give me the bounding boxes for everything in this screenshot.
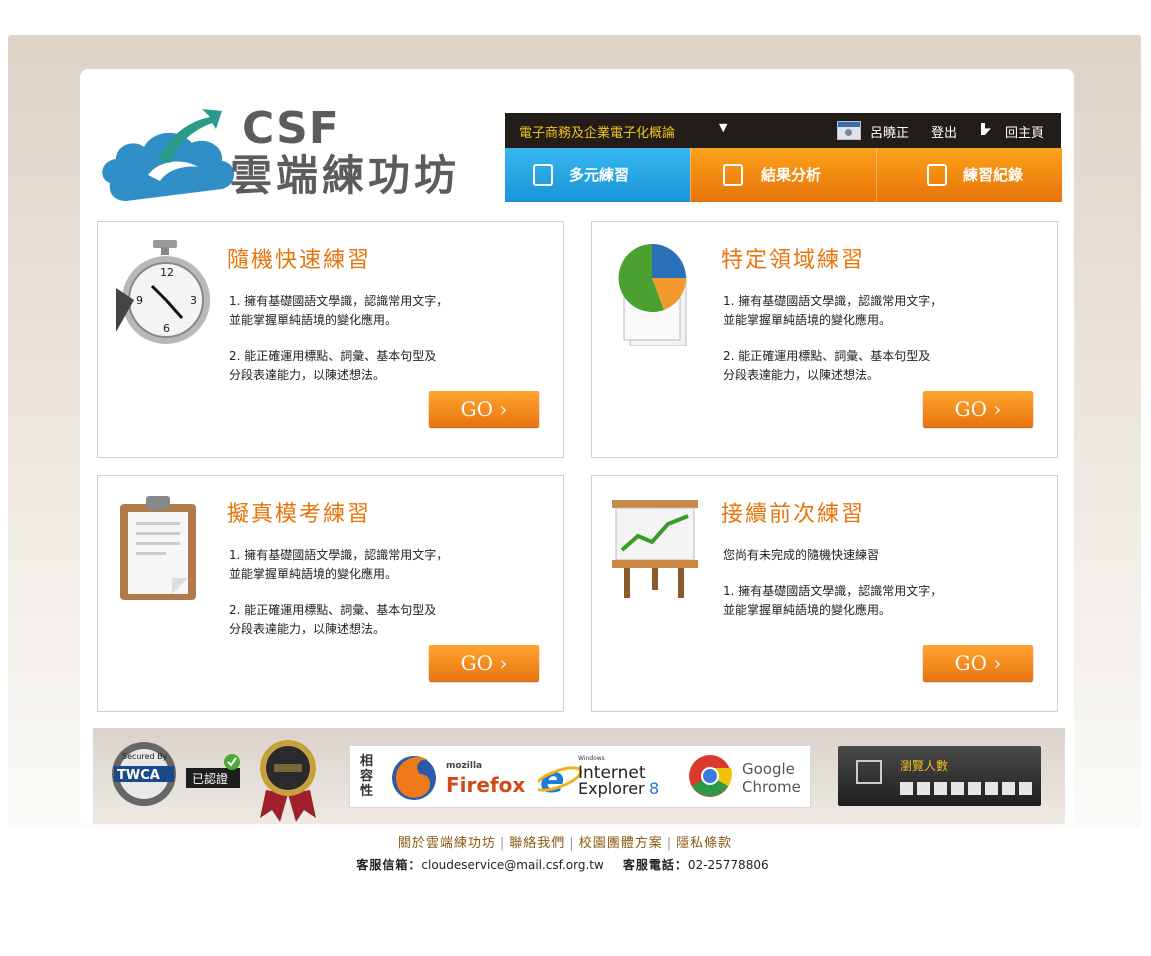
panel-desc-1: 您尚有未完成的隨機快速練習	[723, 548, 880, 562]
svg-text:6: 6	[163, 322, 170, 335]
user-name: 呂曉正	[870, 126, 910, 141]
logout-link[interactable]: 登出	[931, 122, 957, 141]
compat-label: 相容性	[360, 754, 374, 799]
panel-continue-practice: 接續前次練習 您尚有未完成的隨機快速練習 1. 擁有基礎國語文學識，認識常用文字…	[591, 475, 1058, 712]
phone-value: 02-25778806	[687, 858, 769, 872]
chrome-line2: Chrome	[742, 778, 801, 796]
twca-text: TWCA	[117, 768, 160, 783]
compatibility-box: 相容性 mozilla Firefox e Windows Internet E…	[349, 745, 811, 808]
svg-text:3: 3	[190, 294, 197, 307]
home-link[interactable]: 回主頁	[1005, 122, 1044, 141]
nav-result-analysis[interactable]: 結果分析	[690, 148, 877, 202]
ie-small: Windows	[578, 755, 605, 762]
footer-contact: 客服信箱：cloudeservice@mail.csf.org.tw 客服電話：…	[0, 856, 1125, 873]
panel-title: 隨機快速練習	[227, 248, 372, 273]
panel-desc-2: 2. 能正確運用標點、詞彙、基本句型及 分段表達能力，以陳述想法。	[229, 603, 437, 636]
go-button[interactable]: GO ›	[923, 391, 1033, 427]
footer-link-about[interactable]: 關於雲端練功坊	[398, 836, 496, 851]
top-bar: 電子商務及企業電子化概論 ▼ 呂曉正 登出 回主頁	[505, 113, 1061, 148]
logo-brand: CSF	[242, 103, 340, 154]
firefox-text: Firefox	[446, 773, 525, 797]
ie-line2: Explorer	[578, 779, 645, 798]
course-selector[interactable]: 電子商務及企業電子化概論	[519, 122, 675, 141]
nav-label: 練習紀錄	[963, 166, 1024, 184]
twca-top: Secured By	[122, 752, 168, 761]
panel-desc-1: 1. 擁有基礎國語文學識，認識常用文字， 並能掌握單純語境的變化應用。	[229, 294, 449, 327]
calendar-icon	[856, 760, 882, 784]
svg-text:e: e	[540, 760, 564, 801]
nav-label: 多元練習	[569, 166, 630, 184]
firefox-logo-icon: mozilla Firefox	[392, 756, 525, 800]
footer-link-contact[interactable]: 聯絡我們	[509, 836, 565, 851]
panel-title: 擬真模考練習	[227, 502, 372, 527]
panel-desc-2: 2. 能正確運用標點、詞彙、基本句型及 分段表達能力，以陳述想法。	[229, 349, 437, 382]
chevron-down-icon[interactable]: ▼	[719, 121, 727, 134]
email-label: 客服信箱：	[356, 858, 422, 872]
nav-label: 結果分析	[761, 166, 822, 184]
main-nav: 多元練習 結果分析 練習紀錄	[505, 148, 1062, 202]
award-medal-icon	[260, 740, 316, 822]
firefox-small: mozilla	[446, 761, 482, 771]
home-arrow-icon	[981, 123, 991, 135]
calendar-clock-icon	[533, 164, 553, 186]
go-button[interactable]: GO ›	[923, 645, 1033, 681]
panel-random-practice: 12 3 6 9 隨機快速練習 1. 擁有基礎國語文學識，認識常用文字， 並能掌…	[97, 221, 564, 458]
panel-domain-practice: 特定領域練習 1. 擁有基礎國語文學識，認識常用文字， 並能掌握單純語境的變化應…	[591, 221, 1058, 458]
user-card-icon	[837, 121, 861, 140]
twca-seal-icon[interactable]: TWCA Secured By 已認證	[106, 740, 246, 810]
visitor-label: 瀏覽人數	[900, 759, 949, 773]
document-icon	[723, 164, 743, 186]
pencil-note-icon	[927, 164, 947, 186]
panel-desc-1: 1. 擁有基礎國語文學識，認識常用文字， 並能掌握單純語境的變化應用。	[723, 294, 943, 327]
panel-title: 特定領域練習	[721, 248, 866, 273]
nav-practice-record[interactable]: 練習紀錄	[876, 148, 1062, 202]
ie-ver: 8	[649, 779, 659, 798]
panel-desc-2: 2. 能正確運用標點、詞彙、基本句型及 分段表達能力，以陳述想法。	[723, 349, 931, 382]
panel-mock-exam: 擬真模考練習 1. 擁有基礎國語文學識，認識常用文字， 並能掌握單純語境的變化應…	[97, 475, 564, 712]
cloud-logo-icon	[102, 109, 235, 201]
footer-links: 關於雲端練功坊 | 聯絡我們 | 校園團體方案 | 隱私條款	[397, 836, 733, 851]
svg-text:9: 9	[136, 294, 143, 307]
visitor-counter: 瀏覽人數	[838, 746, 1041, 806]
go-button[interactable]: GO ›	[429, 645, 539, 681]
go-button[interactable]: GO ›	[429, 391, 539, 427]
panel-desc-1: 1. 擁有基礎國語文學識，認識常用文字， 並能掌握單純語境的變化應用。	[229, 548, 449, 581]
twca-verified: 已認證	[192, 771, 228, 786]
nav-multi-practice[interactable]: 多元練習	[505, 148, 690, 202]
logo-name: 雲端練功坊	[230, 151, 461, 200]
chrome-logo-icon: Google Chrome	[689, 755, 801, 797]
panel-desc-2: 1. 擁有基礎國語文學識，認識常用文字， 並能掌握單純語境的變化應用。	[723, 584, 943, 617]
presentation-board-icon	[612, 500, 698, 598]
footer-link-campus[interactable]: 校園團體方案	[579, 836, 663, 851]
clipboard-icon	[120, 496, 196, 600]
panel-title: 接續前次練習	[721, 502, 866, 527]
email-value[interactable]: cloudeservice@mail.csf.org.tw	[421, 858, 603, 872]
footer-link-privacy[interactable]: 隱私條款	[676, 836, 732, 851]
svg-text:12: 12	[160, 266, 174, 279]
phone-label: 客服電話：	[622, 858, 688, 872]
logo[interactable]: CSF 雲端練功坊	[98, 105, 498, 205]
ie8-logo-icon: e Windows Internet Explorer 8	[538, 755, 659, 801]
pie-chart-document-icon	[618, 244, 687, 346]
stopwatch-icon: 12 3 6 9	[116, 240, 210, 344]
chrome-line1: Google	[742, 760, 795, 778]
visitor-digits	[900, 780, 1036, 799]
